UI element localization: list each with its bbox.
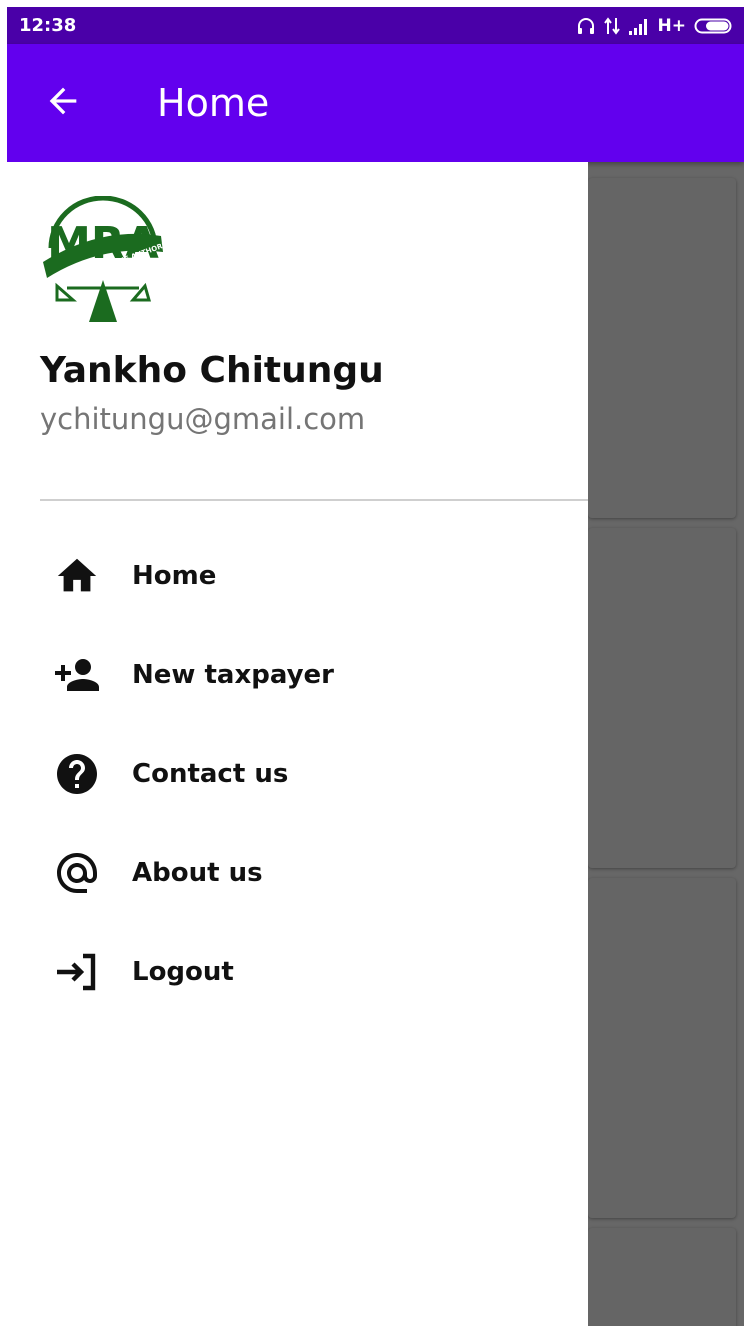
headset-icon: [576, 16, 596, 36]
menu-label-new-taxpayer: New taxpayer: [132, 659, 334, 690]
background-card: [588, 878, 736, 1218]
menu-label-about-us: About us: [132, 857, 263, 888]
menu-item-logout[interactable]: Logout: [7, 922, 588, 1021]
menu-label-logout: Logout: [132, 956, 234, 987]
help-circle-icon: [53, 750, 101, 798]
menu-item-contact-us[interactable]: Contact us: [7, 724, 588, 823]
navigation-drawer: MRA MALAWI REVENUE AUTHORITY Yankho Chit…: [7, 162, 588, 1326]
battery-icon: [694, 16, 734, 36]
status-bar: 12:38 H+: [7, 7, 744, 44]
menu-item-about-us[interactable]: About us: [7, 823, 588, 922]
status-time: 12:38: [19, 15, 77, 36]
person-add-icon: [53, 651, 101, 699]
home-icon: [53, 552, 101, 600]
signal-icon: [628, 17, 650, 35]
app-bar: Home: [7, 44, 744, 162]
background-card: [588, 528, 736, 868]
background-card: [588, 178, 736, 518]
menu-item-new-taxpayer[interactable]: New taxpayer: [7, 625, 588, 724]
back-button[interactable]: [33, 73, 93, 133]
menu-label-home: Home: [132, 560, 217, 591]
network-type: H+: [657, 15, 686, 36]
data-arrows-icon: [603, 16, 620, 36]
login-icon: [53, 948, 101, 996]
menu-label-contact-us: Contact us: [132, 758, 289, 789]
menu-item-home[interactable]: Home: [7, 526, 588, 625]
user-name: Yankho Chitungu: [40, 350, 384, 391]
arrow-back-icon: [43, 81, 83, 126]
page-title: Home: [157, 81, 270, 125]
mra-logo: MRA MALAWI REVENUE AUTHORITY: [37, 195, 176, 326]
drawer-menu: Home New taxpayer Contact us About us Lo…: [7, 526, 588, 1021]
status-icons: H+: [576, 16, 734, 36]
background-card: [588, 1228, 736, 1326]
at-sign-icon: [53, 849, 101, 897]
user-email: ychitungu@gmail.com: [40, 402, 366, 436]
screen: 12:38 H+ Home MALAWI REVENUE AUTHORITY Y…: [7, 7, 744, 1326]
divider: [40, 499, 588, 501]
